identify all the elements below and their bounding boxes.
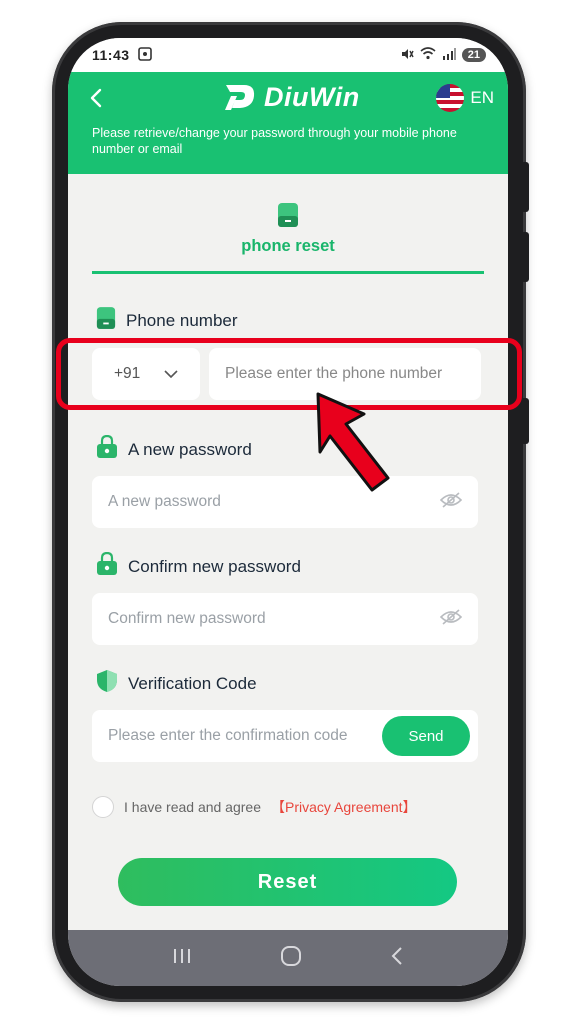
agreement-row: I have read and agree 【Privacy Agreement… bbox=[92, 796, 417, 818]
eye-off-icon[interactable] bbox=[439, 491, 463, 514]
agreement-checkbox[interactable] bbox=[92, 796, 114, 818]
confirm-password-input[interactable]: Confirm new password bbox=[92, 593, 478, 645]
battery-level: 21 bbox=[461, 48, 486, 62]
new-password-label: A new password bbox=[96, 434, 252, 464]
lock-icon bbox=[96, 434, 118, 464]
red-arrow-icon bbox=[316, 392, 390, 492]
eye-off-icon[interactable] bbox=[439, 608, 463, 631]
shield-icon bbox=[96, 669, 118, 698]
screenshot-icon bbox=[137, 46, 152, 64]
confirm-password-label-text: Confirm new password bbox=[128, 556, 301, 576]
phone-number-label-text: Phone number bbox=[126, 310, 238, 330]
reset-button[interactable]: Reset bbox=[118, 858, 457, 906]
tab-label: phone reset bbox=[241, 237, 335, 255]
logo-text: DiuWin bbox=[264, 81, 360, 112]
recent-apps-icon[interactable] bbox=[172, 947, 192, 970]
power-button bbox=[521, 398, 529, 444]
status-bar: 11:43 21 bbox=[68, 38, 508, 72]
highlight-box bbox=[56, 338, 522, 410]
back-button[interactable] bbox=[82, 84, 110, 112]
status-time: 11:43 bbox=[92, 47, 130, 63]
wifi-icon bbox=[420, 47, 436, 63]
verification-code-input[interactable]: Please enter the confirmation code Send bbox=[92, 710, 478, 762]
phone-number-label: Phone number bbox=[96, 306, 238, 335]
phone-icon bbox=[277, 202, 299, 233]
new-password-placeholder: A new password bbox=[108, 493, 221, 510]
send-code-button[interactable]: Send bbox=[382, 716, 470, 756]
home-icon[interactable] bbox=[280, 945, 302, 972]
volume-up-button bbox=[521, 162, 529, 212]
chevron-left-icon bbox=[90, 88, 102, 108]
volume-down-button bbox=[521, 232, 529, 282]
system-nav-bar bbox=[68, 930, 508, 986]
privacy-agreement-link[interactable]: 【Privacy Agreement】 bbox=[271, 797, 417, 817]
new-password-input[interactable]: A new password bbox=[92, 476, 478, 528]
new-password-label-text: A new password bbox=[128, 439, 252, 459]
verification-code-placeholder: Please enter the confirmation code bbox=[108, 727, 348, 744]
lock-icon bbox=[96, 551, 118, 581]
tab-phone-reset[interactable]: phone reset bbox=[92, 198, 484, 274]
new-password-row: A new password bbox=[92, 476, 478, 528]
tab-underline bbox=[92, 271, 484, 274]
confirm-password-label: Confirm new password bbox=[96, 551, 301, 581]
phone-icon bbox=[96, 306, 116, 335]
back-nav-icon[interactable] bbox=[390, 946, 404, 971]
verification-code-label: Verification Code bbox=[96, 669, 257, 698]
language-selector[interactable]: EN bbox=[436, 84, 494, 112]
header-description: Please retrieve/change your password thr… bbox=[92, 126, 457, 156]
screen: 11:43 21 DiuWin EN Please retrieve/chang… bbox=[68, 38, 508, 986]
header: DiuWin EN Please retrieve/change your pa… bbox=[68, 72, 508, 174]
confirm-password-placeholder: Confirm new password bbox=[108, 610, 266, 627]
verification-row: Please enter the confirmation code Send bbox=[92, 710, 478, 762]
signal-icon bbox=[442, 47, 456, 63]
us-flag-icon bbox=[436, 84, 465, 112]
mute-icon bbox=[400, 47, 414, 64]
diuwin-logo-icon bbox=[225, 85, 255, 110]
language-code: EN bbox=[470, 88, 494, 107]
confirm-password-row: Confirm new password bbox=[92, 593, 478, 645]
agreement-text: I have read and agree bbox=[124, 799, 261, 815]
logo: DiuWin bbox=[222, 80, 360, 114]
verification-code-label-text: Verification Code bbox=[128, 673, 257, 693]
